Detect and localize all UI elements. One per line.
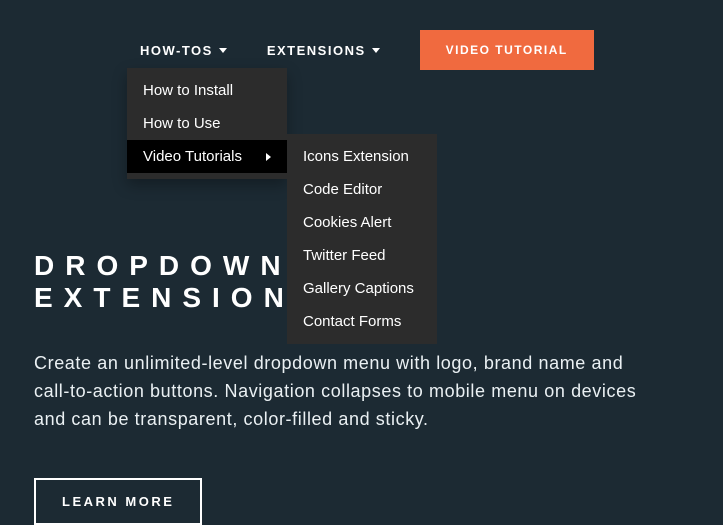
learn-more-label: LEARN MORE	[62, 494, 174, 509]
submenu-item-twitter-feed[interactable]: Twitter Feed	[287, 239, 437, 272]
cta-label: VIDEO TUTORIAL	[446, 43, 568, 57]
video-tutorial-button[interactable]: VIDEO TUTORIAL	[420, 30, 594, 70]
caret-down-icon	[219, 48, 227, 53]
top-nav: HOW-TOS EXTENSIONS VIDEO TUTORIAL	[0, 0, 723, 70]
submenu-item-label: Cookies Alert	[303, 214, 391, 231]
dropdown-item-use[interactable]: How to Use	[127, 107, 287, 140]
submenu-item-icons-extension[interactable]: Icons Extension	[287, 140, 437, 173]
dropdown-item-label: How to Use	[143, 115, 221, 132]
chevron-right-icon	[266, 153, 271, 161]
submenu-item-label: Gallery Captions	[303, 280, 414, 297]
dropdown-item-video-tutorials[interactable]: Video Tutorials	[127, 140, 287, 173]
nav-item-howtos[interactable]: HOW-TOS	[140, 43, 227, 58]
submenu-item-label: Icons Extension	[303, 148, 409, 165]
submenu-item-cookies-alert[interactable]: Cookies Alert	[287, 206, 437, 239]
submenu-item-label: Twitter Feed	[303, 247, 386, 264]
video-tutorials-submenu: Icons Extension Code Editor Cookies Aler…	[287, 134, 437, 344]
submenu-item-contact-forms[interactable]: Contact Forms	[287, 305, 437, 338]
page-description: Create an unlimited-level dropdown menu …	[34, 350, 646, 434]
dropdown-item-install[interactable]: How to Install	[127, 74, 287, 107]
caret-down-icon	[372, 48, 380, 53]
learn-more-button[interactable]: LEARN MORE	[34, 478, 202, 525]
submenu-item-label: Code Editor	[303, 181, 382, 198]
dropdown-item-label: Video Tutorials	[143, 148, 242, 165]
submenu-item-label: Contact Forms	[303, 313, 401, 330]
submenu-item-code-editor[interactable]: Code Editor	[287, 173, 437, 206]
howtos-dropdown: How to Install How to Use Video Tutorial…	[127, 68, 287, 179]
nav-extensions-label: EXTENSIONS	[267, 43, 366, 58]
dropdown-item-label: How to Install	[143, 82, 233, 99]
submenu-item-gallery-captions[interactable]: Gallery Captions	[287, 272, 437, 305]
nav-howtos-label: HOW-TOS	[140, 43, 213, 58]
nav-item-extensions[interactable]: EXTENSIONS	[267, 43, 380, 58]
